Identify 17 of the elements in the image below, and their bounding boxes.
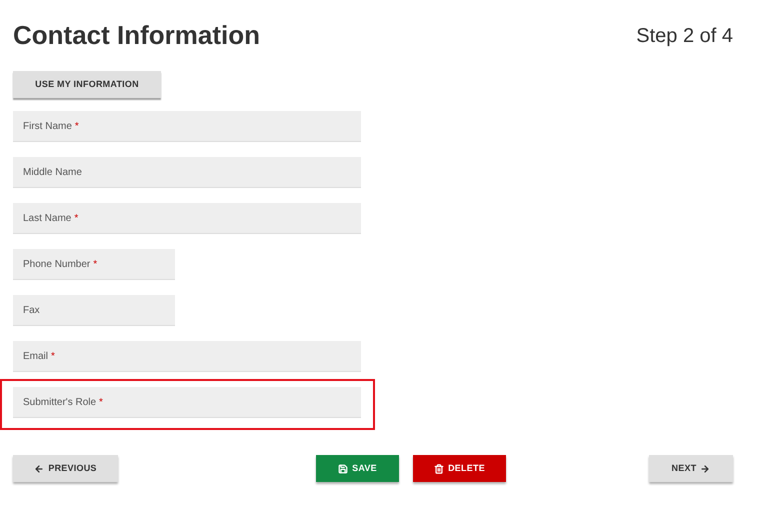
input-field[interactable]: Last Name * (13, 203, 361, 234)
previous-button[interactable]: PREVIOUS (13, 455, 118, 482)
page-title: Contact Information (13, 19, 260, 52)
next-button[interactable]: NEXT (649, 455, 733, 482)
trash-icon (434, 464, 444, 474)
input-field[interactable]: Fax (13, 295, 175, 326)
input-field[interactable]: Phone Number * (13, 249, 175, 280)
step-indicator: Step 2 of 4 (636, 24, 733, 48)
input-field[interactable]: Submitter's Role * (13, 387, 361, 418)
input-field[interactable]: First Name * (13, 111, 361, 142)
delete-button[interactable]: DELETE (413, 455, 506, 482)
input-field[interactable]: Email * (13, 341, 361, 372)
use-my-information-button[interactable]: USE MY INFORMATION (13, 71, 161, 98)
arrow-left-icon (34, 464, 44, 474)
input-field[interactable]: Middle Name (13, 157, 361, 188)
save-button[interactable]: SAVE (316, 455, 399, 482)
arrow-right-icon (700, 464, 710, 474)
